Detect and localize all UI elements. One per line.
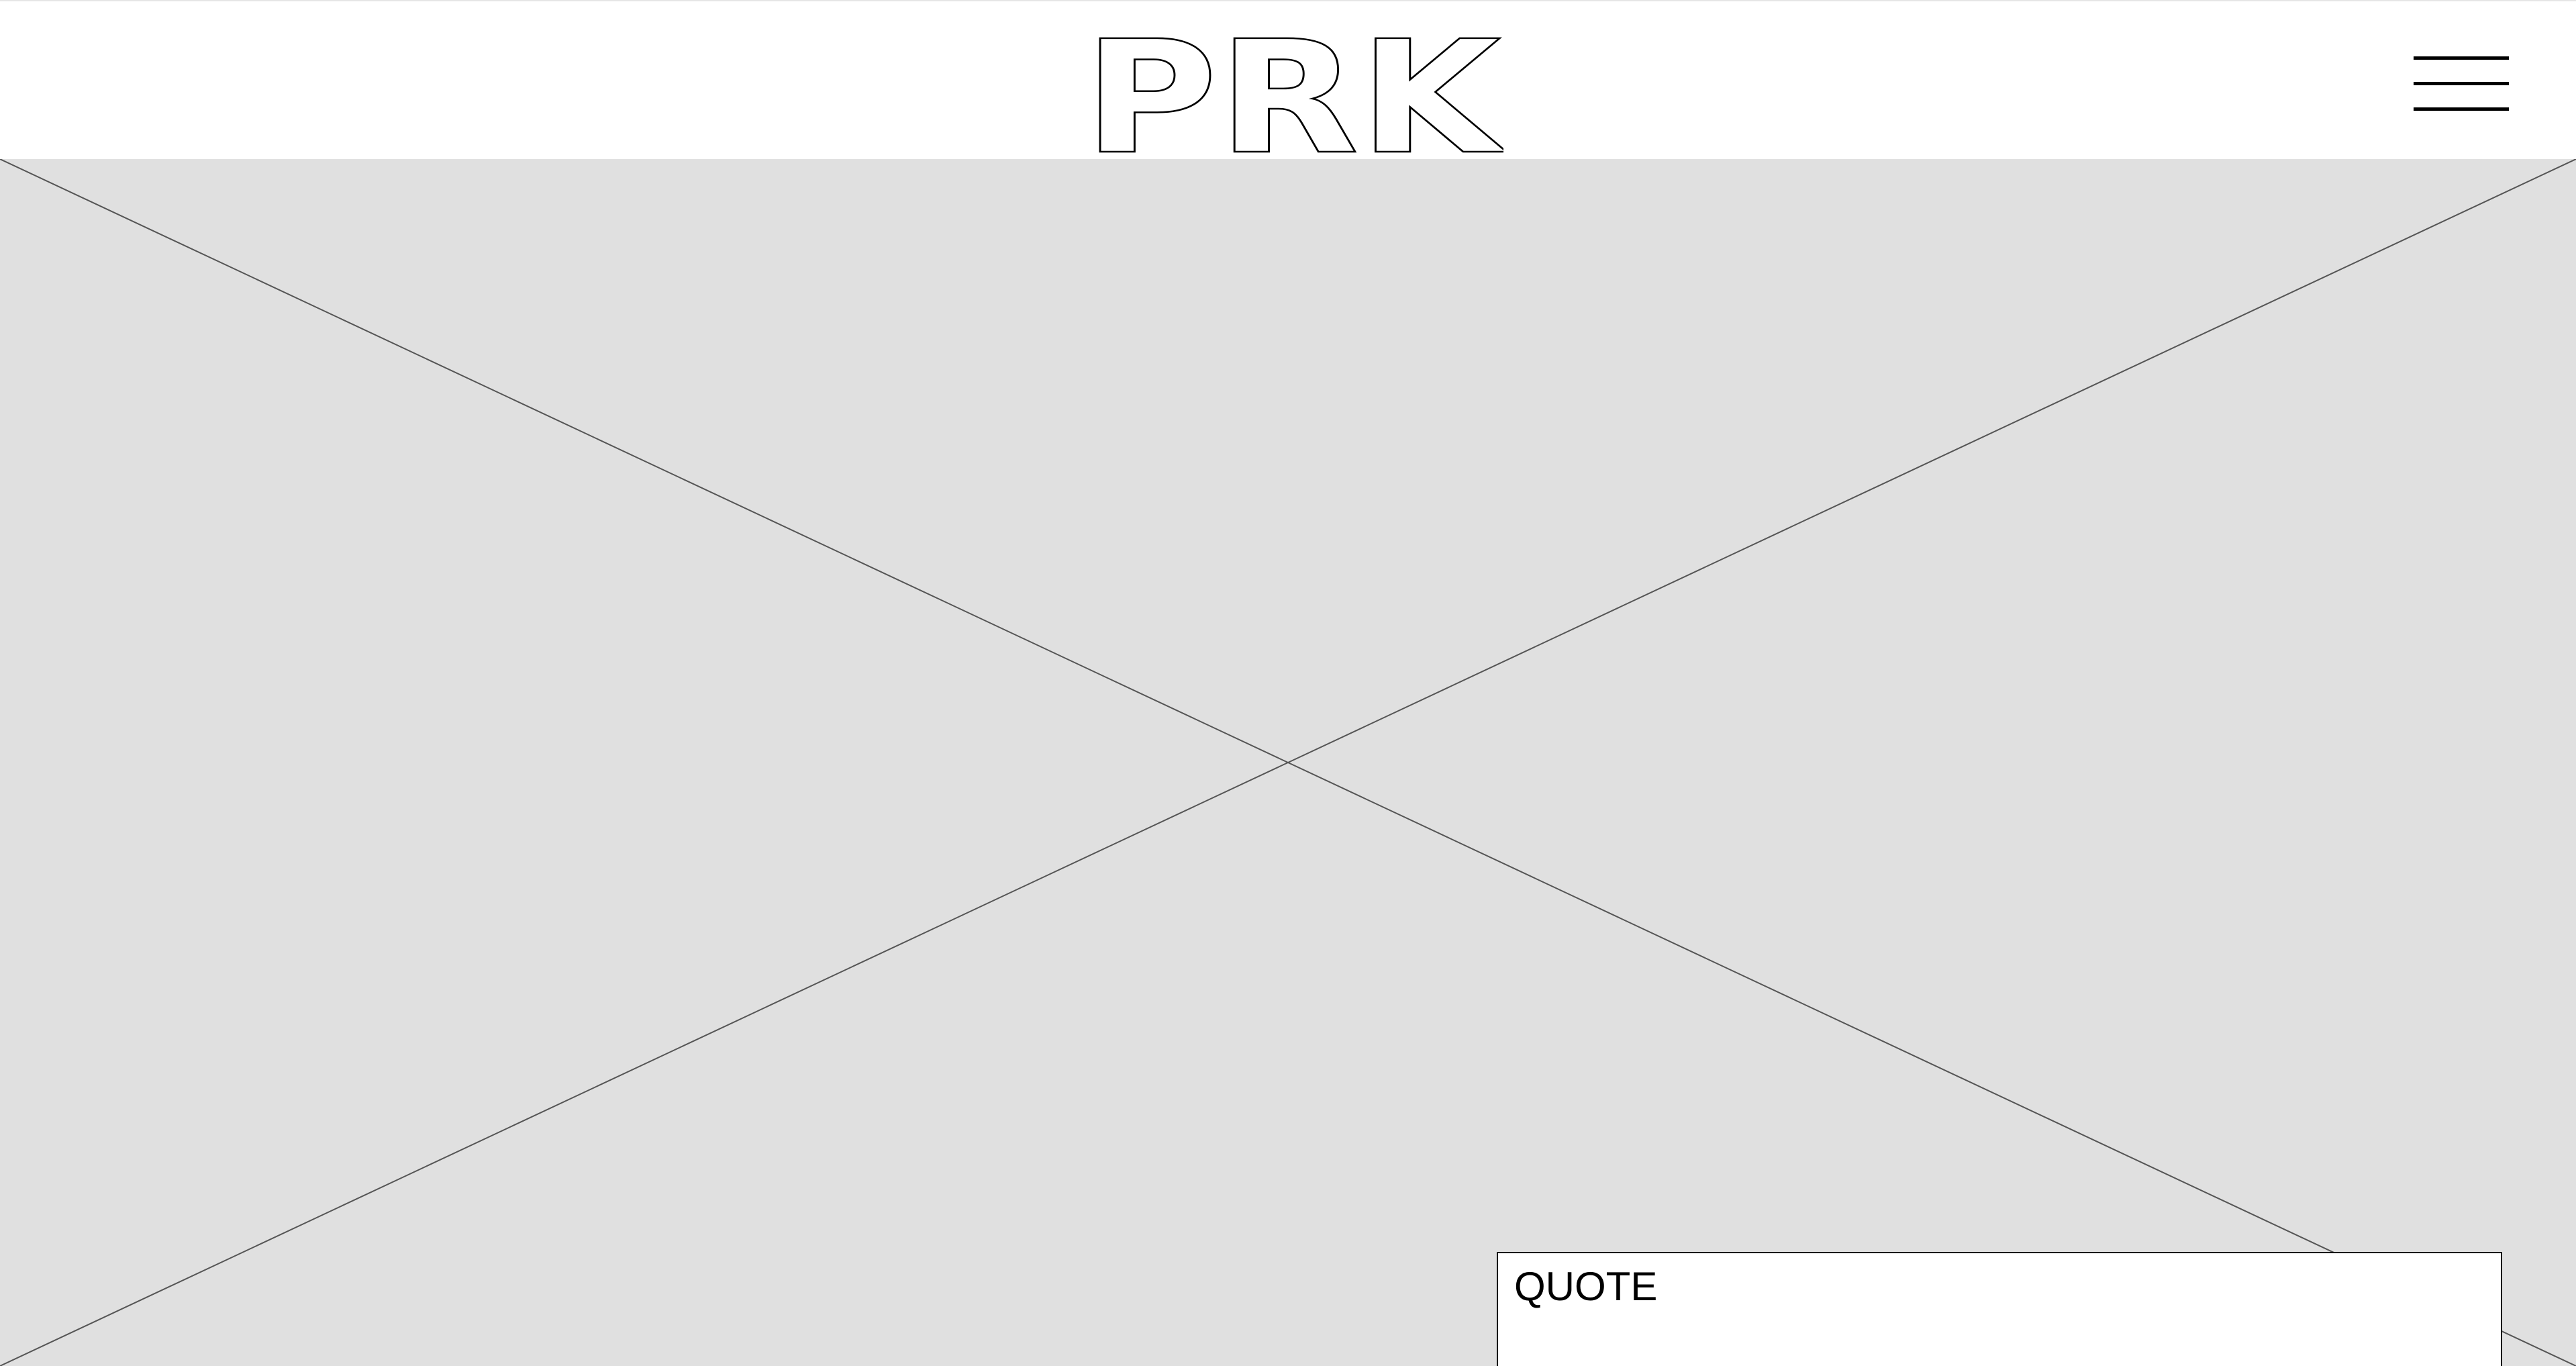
- hamburger-menu-button[interactable]: [2410, 50, 2510, 117]
- site-header: PRK: [0, 0, 2576, 190]
- hero-image-placeholder: QUOTE: [0, 159, 2576, 1366]
- prk-logo[interactable]: PRK: [1081, 7, 1507, 190]
- logo-text: PRK: [1083, 28, 1503, 156]
- menu-bar-icon: [2414, 82, 2509, 85]
- prk-logo-icon: PRK: [1083, 7, 1507, 190]
- image-placeholder-cross-icon: [0, 159, 2576, 1366]
- page: PRK QUOTE: [0, 0, 2576, 1366]
- quote-box: QUOTE: [1497, 1252, 2502, 1366]
- quote-label: QUOTE: [1514, 1264, 1658, 1309]
- menu-bar-icon: [2414, 107, 2509, 111]
- menu-bar-icon: [2414, 56, 2509, 60]
